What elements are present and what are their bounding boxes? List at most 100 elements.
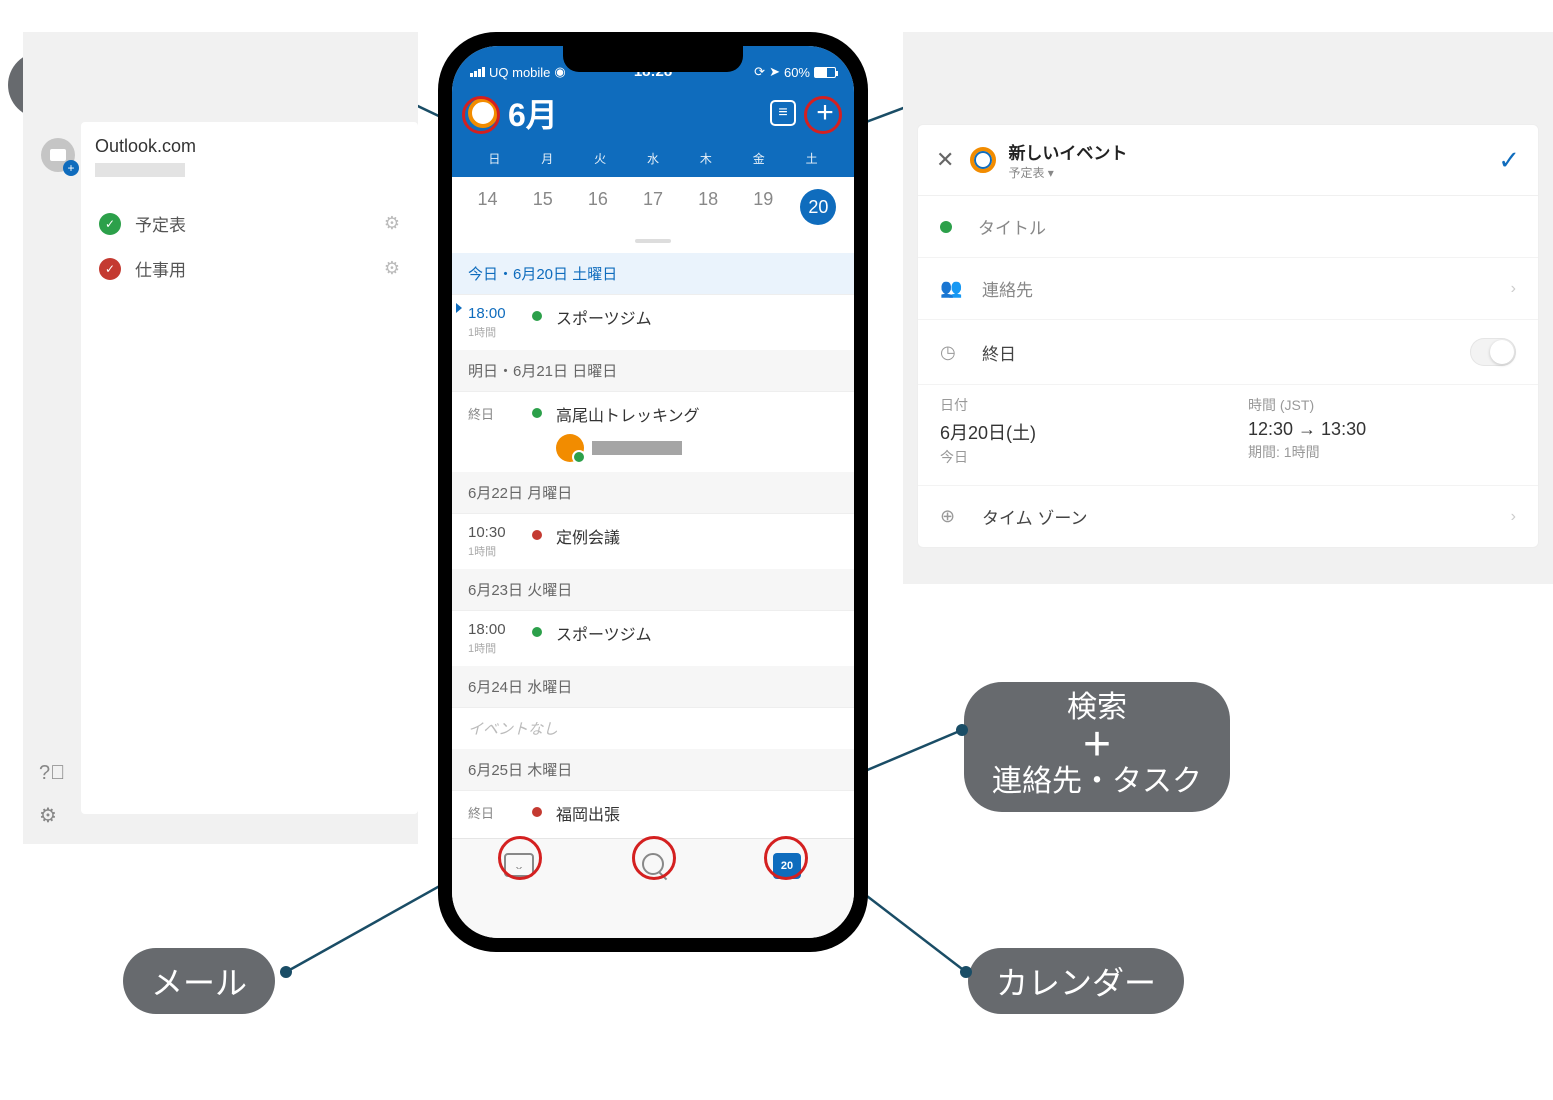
time-label: 時間 (JST)	[1248, 395, 1516, 415]
time-value: 12:30 → 13:30	[1248, 419, 1516, 440]
drag-handle-icon[interactable]	[635, 239, 671, 243]
event-title: スポーツジム	[556, 621, 652, 645]
agenda-day-header: 6月23日 火曜日	[452, 569, 854, 611]
event-datetime-row[interactable]: 日付 6月20日(土) 今日 時間 (JST) 12:30 → 13:30 期間…	[918, 385, 1538, 486]
event-allday-label: 終日	[468, 801, 524, 822]
new-event-panel: ✕ 新しいイベント 予定表 ▾ ✓ タイトル 👥 連絡先 › ◷ 終日 日付 6…	[903, 32, 1553, 584]
battery-icon	[814, 67, 836, 78]
dow-label: 土	[785, 150, 838, 167]
date-strip[interactable]: 14151617181920	[452, 177, 854, 239]
date-cell[interactable]: 18	[681, 189, 736, 225]
agenda-day-header: 6月24日 水曜日	[452, 666, 854, 708]
agenda-list[interactable]: 今日・6月20日 土曜日18:001時間スポーツジム明日・6月21日 日曜日終日…	[452, 253, 854, 835]
date-cell[interactable]: 15	[515, 189, 570, 225]
date-cell[interactable]: 14	[460, 189, 515, 225]
carrier-label: UQ mobile	[489, 65, 550, 80]
event-attendee	[556, 434, 700, 462]
agenda-view-icon[interactable]: ≡	[770, 100, 796, 126]
timezone-label: タイム ゾーン	[982, 504, 1511, 529]
plus-icon: +	[992, 726, 1202, 764]
agenda-event[interactable]: 18:001時間スポーツジム	[452, 611, 854, 666]
agenda-event[interactable]: 終日 高尾山トレッキング	[452, 392, 854, 472]
event-title-input[interactable]: タイトル	[978, 214, 1516, 239]
tab-search[interactable]	[586, 853, 720, 875]
help-icon[interactable]: ?⃝	[39, 762, 65, 785]
add-event-icon[interactable]: +	[812, 100, 838, 126]
chevron-right-icon: ›	[1511, 508, 1516, 526]
calendar-list-item[interactable]: ✓ 仕事用 ⚙	[95, 246, 404, 291]
month-title[interactable]: 6月	[508, 90, 754, 136]
mail-icon	[504, 853, 534, 877]
date-column[interactable]: 日付 6月20日(土) 今日	[940, 395, 1208, 467]
event-color-dot-icon	[532, 530, 542, 540]
calendar-list-item[interactable]: ✓ 予定表 ⚙	[95, 201, 404, 246]
add-account-badge-icon[interactable]: +	[63, 160, 79, 176]
globe-icon: ⊕	[940, 506, 964, 527]
callout-mail: メール	[123, 948, 275, 1014]
callout-search-line2: 連絡先・タスク	[992, 764, 1202, 800]
new-event-sheet: ✕ 新しいイベント 予定表 ▾ ✓ タイトル 👥 連絡先 › ◷ 終日 日付 6…	[917, 124, 1539, 548]
new-event-calendar-select[interactable]: 予定表 ▾	[1008, 164, 1498, 181]
event-duration: 1時間	[468, 543, 524, 559]
profile-avatar-icon[interactable]	[468, 98, 498, 128]
callout-search-contacts-tasks: 検索 + 連絡先・タスク	[964, 682, 1230, 812]
tab-mail[interactable]	[452, 853, 586, 877]
date-value: 6月20日(土)	[940, 419, 1208, 445]
agenda-event[interactable]: 終日福岡出張	[452, 791, 854, 835]
search-icon	[642, 853, 664, 875]
event-title: 高尾山トレッキング	[556, 402, 700, 426]
event-contacts-row[interactable]: 👥 連絡先 ›	[918, 258, 1538, 320]
calendar-list: ✓ 予定表 ⚙✓ 仕事用 ⚙	[95, 201, 404, 291]
gear-icon[interactable]: ⚙	[384, 258, 400, 279]
dow-label: 金	[732, 150, 785, 167]
event-time: 10:30	[468, 524, 524, 541]
event-color-dot-icon	[532, 408, 542, 418]
agenda-event[interactable]: 18:001時間スポーツジム	[452, 295, 854, 350]
time-column[interactable]: 時間 (JST) 12:30 → 13:30 期間: 1時間	[1248, 395, 1516, 467]
folder-menu-panel: + Outlook.com ✓ 予定表 ⚙✓ 仕事用 ⚙ ?⃝ ⚙	[23, 32, 418, 844]
attendee-name-placeholder	[592, 441, 682, 455]
agenda-day-header: 今日・6月20日 土曜日	[452, 253, 854, 295]
account-block: Outlook.com	[95, 136, 404, 177]
date-cell[interactable]: 20	[791, 189, 846, 225]
attendee-avatar-icon	[556, 434, 584, 462]
check-icon[interactable]: ✓	[99, 258, 121, 280]
event-title-row[interactable]: タイトル	[918, 196, 1538, 258]
dow-label: 火	[574, 150, 627, 167]
calendar-label: 予定表	[135, 211, 384, 236]
signal-icon	[470, 67, 485, 77]
folder-menu-content: Outlook.com ✓ 予定表 ⚙✓ 仕事用 ⚙	[81, 122, 418, 814]
event-allday-label: 終日	[468, 402, 524, 423]
calendar-label: 仕事用	[135, 256, 384, 281]
tab-calendar[interactable]: 20	[720, 853, 854, 879]
callout-calendar: カレンダー	[968, 948, 1184, 1014]
account-email-placeholder	[95, 163, 185, 177]
wifi-icon: ◉	[554, 64, 565, 80]
date-cell[interactable]: 16	[570, 189, 625, 225]
date-cell[interactable]: 17	[625, 189, 680, 225]
confirm-check-icon[interactable]: ✓	[1498, 145, 1520, 176]
allday-toggle[interactable]	[1470, 338, 1516, 366]
agenda-event[interactable]: 10:30 1時間 定例会議	[452, 514, 854, 569]
event-duration: 1時間	[468, 324, 524, 340]
calendar-header: 6月 ≡ + 日月火水木金土	[452, 84, 854, 177]
location-icon: ➤	[769, 64, 780, 80]
event-time: 18:00	[468, 621, 524, 638]
agenda-day-header: 明日・6月21日 日曜日	[452, 350, 854, 392]
settings-gear-icon[interactable]: ⚙	[39, 803, 65, 828]
check-icon[interactable]: ✓	[99, 213, 121, 235]
event-title: 定例会議	[556, 524, 620, 548]
account-avatar-icon[interactable]: +	[41, 138, 75, 172]
clock-icon: ◷	[940, 342, 964, 363]
date-cell[interactable]: 19	[736, 189, 791, 225]
close-icon[interactable]: ✕	[936, 147, 954, 173]
event-color-dot-icon	[532, 627, 542, 637]
contacts-label: 連絡先	[982, 276, 1511, 301]
calendar-color-dot-icon	[940, 221, 952, 233]
gear-icon[interactable]: ⚙	[384, 213, 400, 234]
now-indicator-icon	[456, 303, 462, 313]
agenda-day-header: 6月22日 月曜日	[452, 472, 854, 514]
phone-notch	[563, 46, 743, 72]
dow-label: 水	[627, 150, 680, 167]
event-timezone-row[interactable]: ⊕ タイム ゾーン ›	[918, 486, 1538, 547]
